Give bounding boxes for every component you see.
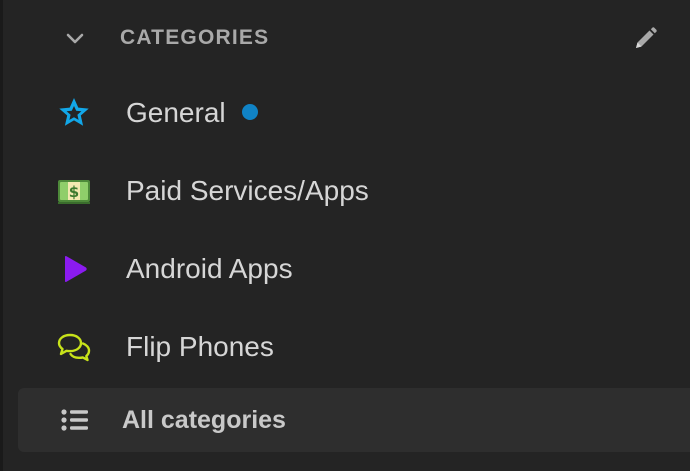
chevron-down-icon bbox=[66, 33, 84, 44]
all-categories-label: All categories bbox=[122, 406, 286, 434]
play-triangle-icon bbox=[56, 252, 92, 286]
money-bill-icon: $ bbox=[56, 174, 92, 208]
category-item-android-apps[interactable]: Android Apps bbox=[18, 238, 690, 300]
chat-bubbles-icon bbox=[56, 330, 92, 364]
edit-categories-button[interactable] bbox=[628, 23, 662, 55]
unread-indicator-dot bbox=[241, 103, 258, 120]
section-title: CATEGORIES bbox=[120, 26, 270, 49]
list-icon bbox=[58, 406, 92, 434]
category-item-general[interactable]: General bbox=[18, 82, 690, 144]
svg-text:$: $ bbox=[69, 183, 79, 201]
collapse-toggle-button[interactable] bbox=[60, 27, 90, 51]
star-badge-icon bbox=[56, 96, 92, 130]
pencil-icon bbox=[636, 27, 657, 48]
category-label: Flip Phones bbox=[126, 331, 274, 362]
category-label: Android Apps bbox=[126, 253, 293, 284]
categories-header: CATEGORIES bbox=[0, 0, 690, 78]
all-categories-link[interactable]: All categories bbox=[18, 388, 690, 452]
categories-sidebar-panel: CATEGORIES General $ Paid Services/Apps … bbox=[0, 0, 690, 471]
category-item-flip-phones[interactable]: Flip Phones bbox=[18, 316, 690, 378]
category-label: General bbox=[126, 97, 226, 128]
category-item-paid-services-apps[interactable]: $ Paid Services/Apps bbox=[18, 160, 690, 222]
category-label: Paid Services/Apps bbox=[126, 175, 369, 206]
